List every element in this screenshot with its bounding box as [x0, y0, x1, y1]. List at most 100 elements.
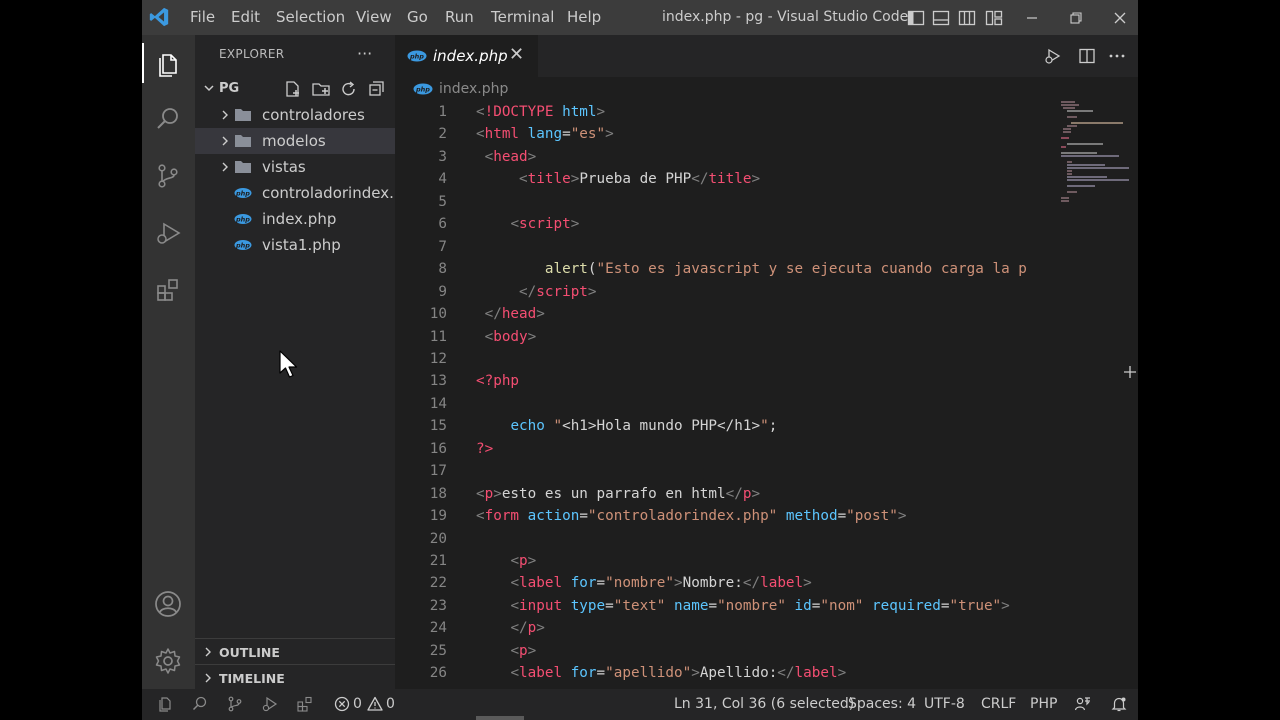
menu-help[interactable]: Help [562, 0, 606, 35]
code-line[interactable]: 22 <label for="nombre">Nombre:</label> [395, 572, 1138, 595]
warning-icon[interactable] [366, 695, 384, 713]
code-line[interactable]: 12 [395, 348, 1138, 371]
tree-file-vista1[interactable]: php vista1.php [195, 232, 395, 258]
workspace-folder-header[interactable]: PG [195, 78, 395, 100]
close-window-icon[interactable] [1098, 0, 1138, 35]
close-tab-icon[interactable]: ✕ [509, 44, 524, 65]
chevron-right-icon [222, 136, 228, 146]
line-content: <label for="nombre">Nombre:</label> [476, 572, 811, 595]
menu-view[interactable]: View [351, 0, 397, 35]
notifications-bell-icon[interactable] [1110, 695, 1128, 713]
encoding[interactable]: UTF-8 [924, 689, 965, 720]
error-icon[interactable] [333, 695, 351, 713]
search-icon[interactable] [191, 695, 209, 713]
toggle-primary-sidebar-icon[interactable] [907, 9, 925, 27]
feedback-icon[interactable] [1074, 695, 1092, 713]
toggle-panel-icon[interactable] [932, 9, 950, 27]
code-line[interactable]: 1 <!DOCTYPE html> [395, 101, 1138, 124]
code-line[interactable]: 21 <p> [395, 550, 1138, 573]
code-line[interactable]: 13 <?php [395, 370, 1138, 393]
code-line[interactable]: 3 <head> [395, 146, 1138, 169]
new-folder-icon[interactable] [311, 80, 331, 98]
outline-panel-header[interactable]: OUTLINE [195, 638, 395, 665]
code-line[interactable]: 16 ?> [395, 438, 1138, 461]
code-token: < [510, 665, 520, 682]
line-content: <body> [476, 326, 537, 349]
warning-count[interactable]: 0 [386, 689, 395, 720]
code-line[interactable]: 24 </p> [395, 617, 1138, 640]
code-line[interactable]: 26 <label for="apellido">Apellido:</labe… [395, 662, 1138, 685]
collapse-all-icon[interactable] [367, 80, 387, 98]
minimap[interactable] [1061, 101, 1131, 221]
menu-terminal[interactable]: Terminal [486, 0, 559, 35]
files-icon[interactable] [156, 695, 174, 713]
code-line[interactable]: 5 [395, 191, 1138, 214]
language-mode[interactable]: PHP [1030, 689, 1057, 720]
menu-go[interactable]: Go [402, 0, 433, 35]
extensions-icon[interactable] [296, 695, 314, 713]
code-line[interactable]: 14 [395, 393, 1138, 416]
code-editor[interactable]: 1 <!DOCTYPE html> 2 <html lang="es"> 3 <head… [395, 101, 1138, 689]
run-debug-icon[interactable] [150, 215, 186, 251]
menu-edit[interactable]: Edit [226, 0, 265, 35]
tree-file-controladorindex[interactable]: php controladorindex.... [195, 180, 395, 206]
menu-file[interactable]: File [185, 0, 220, 35]
files-icon[interactable] [150, 45, 186, 81]
code-token: </ [519, 283, 537, 300]
code-line[interactable]: 2 <html lang="es"> [395, 123, 1138, 146]
code-token: echo [510, 418, 545, 435]
accounts-icon[interactable] [150, 586, 186, 622]
search-icon[interactable] [150, 101, 186, 137]
source-control-icon[interactable] [226, 695, 244, 713]
code-line[interactable]: 11 <body> [395, 326, 1138, 349]
settings-gear-icon[interactable] [150, 643, 186, 679]
code-line[interactable]: 9 </script> [395, 281, 1138, 304]
end-of-line[interactable]: CRLF [981, 689, 1016, 720]
split-editor-icon[interactable] [1078, 47, 1096, 65]
run-code-icon[interactable] [1044, 47, 1062, 65]
code-token: body [493, 328, 528, 345]
tree-folder-controladores[interactable]: controladores [195, 102, 395, 128]
tree-file-index[interactable]: php index.php [195, 206, 395, 232]
source-control-icon[interactable] [150, 158, 186, 194]
code-line[interactable]: 18 <p>esto es un parrafo en html</p> [395, 483, 1138, 506]
code-token: > [493, 485, 502, 502]
error-count[interactable]: 0 [353, 689, 362, 720]
line-number: 21 [429, 553, 447, 569]
toggle-secondary-sidebar-icon[interactable] [958, 9, 976, 27]
code-line[interactable]: 7 [395, 236, 1138, 259]
code-line[interactable]: 8 alert("Esto es javascript y se ejecuta… [395, 258, 1138, 281]
code-line[interactable]: 15 echo "<h1>Hola mundo PHP</h1>"; [395, 415, 1138, 438]
code-line[interactable]: 4 <title>Prueba de PHP</title> [395, 168, 1138, 191]
restore-icon[interactable] [1054, 0, 1098, 35]
run-debug-icon[interactable] [261, 695, 279, 713]
tab-index-php[interactable]: php index.php ✕ [395, 35, 538, 77]
code-token: head [493, 148, 528, 165]
indentation[interactable]: Spaces: 4 [848, 689, 916, 720]
horizontal-scrollbar-thumb[interactable] [476, 716, 524, 720]
tree-folder-modelos[interactable]: modelos [195, 128, 395, 154]
code-token: "post" [846, 508, 898, 525]
cursor-position[interactable]: Ln 31, Col 36 (6 selected) [674, 689, 854, 720]
code-line[interactable]: 6 <script> [395, 213, 1138, 236]
customize-layout-icon[interactable] [985, 9, 1003, 27]
code-line[interactable]: 19 <form action="controladorindex.php" me… [395, 505, 1138, 528]
code-line[interactable]: 20 [395, 528, 1138, 551]
extensions-icon[interactable] [150, 272, 186, 308]
menu-run[interactable]: Run [440, 0, 479, 35]
code-line[interactable]: 23 <input type="text" name="nombre" id="… [395, 595, 1138, 618]
timeline-panel-header[interactable]: TIMELINE [195, 664, 395, 691]
refresh-icon[interactable] [339, 80, 359, 98]
new-file-icon[interactable] [283, 80, 303, 98]
more-actions-icon[interactable]: ··· [357, 44, 372, 63]
tree-folder-vistas[interactable]: vistas [195, 154, 395, 180]
menu-selection[interactable]: Selection [271, 0, 350, 35]
more-editor-actions-icon[interactable] [1108, 47, 1126, 65]
code-line[interactable]: 10 </head> [395, 303, 1138, 326]
minimize-icon[interactable] [1010, 0, 1054, 35]
code-token: p [484, 485, 494, 502]
breadcrumb-file[interactable]: index.php [439, 81, 508, 97]
code-line[interactable]: 17 [395, 460, 1138, 483]
code-line[interactable]: 25 <p> [395, 640, 1138, 663]
